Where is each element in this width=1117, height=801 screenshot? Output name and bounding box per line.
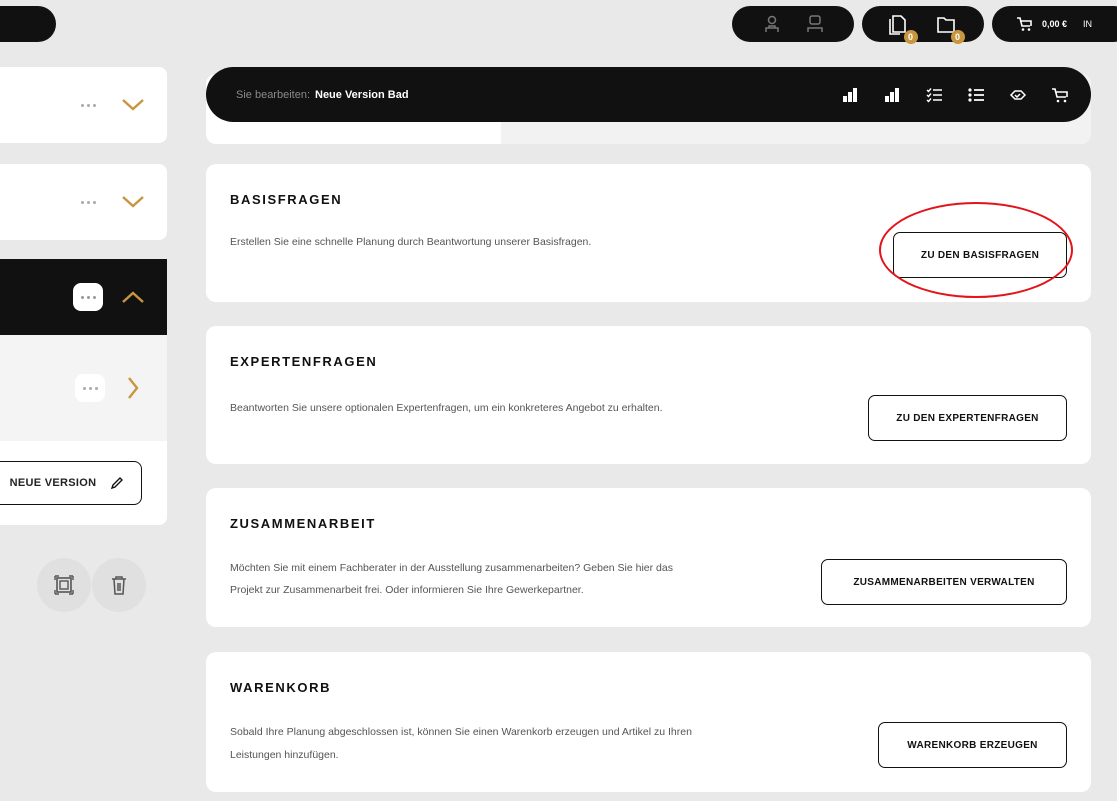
- card-description-line-1: Möchten Sie mit einem Fachberater in der…: [230, 562, 673, 574]
- warenkorb-button[interactable]: WARENKORB ERZEUGEN: [878, 722, 1067, 768]
- duplicate-button[interactable]: [37, 558, 91, 612]
- edit-bar: Sie bearbeiten: Neue Version Bad 1: [206, 67, 1091, 122]
- edit-version-name: Neue Version Bad: [315, 88, 409, 101]
- duplicate-icon: [53, 574, 75, 596]
- zusammenarbeit-button[interactable]: ZUSAMMENARBEITEN VERWALTEN: [821, 559, 1067, 605]
- consultant-icon[interactable]: [764, 15, 780, 33]
- cart-icon: [1016, 16, 1032, 32]
- more-options-icon[interactable]: [73, 283, 103, 311]
- card-title: EXPERTENFRAGEN: [230, 354, 378, 369]
- cart-pill[interactable]: 0,00 € IN: [992, 6, 1117, 42]
- new-version-button[interactable]: NEUE VERSION: [0, 461, 142, 505]
- list-icon[interactable]: [967, 86, 985, 104]
- sidebar-version-panel: NEUE VERSION: [0, 335, 167, 525]
- card-description: Beantworten Sie unsere optionalen Expert…: [230, 402, 663, 414]
- new-version-label: NEUE VERSION: [9, 477, 97, 489]
- sidebar-room-item-active[interactable]: [0, 259, 167, 335]
- zusammenarbeit-card: ZUSAMMENARBEIT Möchten Sie mit einem Fac…: [206, 488, 1091, 627]
- card-description-line-2: Leistungen hinzufügen.: [230, 749, 339, 761]
- chevron-down-icon[interactable]: [121, 195, 145, 209]
- edit-label: Sie bearbeiten:: [236, 88, 310, 101]
- trash-icon: [110, 574, 128, 596]
- compare-pill: 0 0: [862, 6, 984, 44]
- handshake-icon[interactable]: [1009, 86, 1027, 104]
- card-description-line-2: Projekt zur Zusammenarbeit frei. Oder in…: [230, 584, 584, 596]
- step-2-icon[interactable]: [883, 86, 901, 104]
- card-title: BASISFRAGEN: [230, 192, 343, 207]
- highlight-circle: [879, 202, 1073, 298]
- svg-text:1: 1: [850, 87, 853, 93]
- folder-count-badge: 0: [950, 30, 965, 44]
- checklist-icon[interactable]: [925, 86, 943, 104]
- top-left-menu-pill[interactable]: [0, 6, 56, 42]
- cart-total: 0,00 €: [1042, 19, 1068, 29]
- user-actions-pill: [732, 6, 854, 42]
- sidebar-version-item[interactable]: [0, 335, 167, 441]
- card-description-line-1: Sobald Ihre Planung abgeschlossen ist, k…: [230, 726, 692, 738]
- more-options-icon[interactable]: [75, 374, 105, 402]
- folder-icon[interactable]: 0: [935, 12, 965, 44]
- warenkorb-card: WARENKORB Sobald Ihre Planung abgeschlos…: [206, 652, 1091, 792]
- cart-overflow-text: IN: [1083, 19, 1093, 29]
- chevron-up-icon[interactable]: [121, 290, 145, 304]
- chevron-right-icon[interactable]: [127, 376, 139, 400]
- expertenfragen-button[interactable]: ZU DEN EXPERTENFRAGEN: [868, 395, 1067, 441]
- pencil-icon: [110, 476, 124, 490]
- chevron-down-icon[interactable]: [121, 98, 145, 112]
- account-icon[interactable]: [806, 15, 823, 33]
- documents-count-badge: 0: [903, 30, 918, 44]
- edit-bar-toolbar: 1: [841, 67, 1069, 122]
- cart-icon[interactable]: [1051, 86, 1069, 104]
- documents-icon[interactable]: 0: [888, 12, 918, 44]
- more-options-icon[interactable]: [73, 91, 103, 119]
- expertenfragen-card: EXPERTENFRAGEN Beantworten Sie unsere op…: [206, 326, 1091, 464]
- card-title: ZUSAMMENARBEIT: [230, 516, 376, 531]
- sidebar-room-item-1[interactable]: [0, 67, 167, 143]
- sidebar-room-item-2[interactable]: [0, 164, 167, 240]
- more-options-icon[interactable]: [73, 188, 103, 216]
- card-description: Erstellen Sie eine schnelle Planung durc…: [230, 236, 592, 248]
- card-title: WARENKORB: [230, 680, 332, 695]
- delete-button[interactable]: [92, 558, 146, 612]
- step-1-icon[interactable]: 1: [841, 86, 859, 104]
